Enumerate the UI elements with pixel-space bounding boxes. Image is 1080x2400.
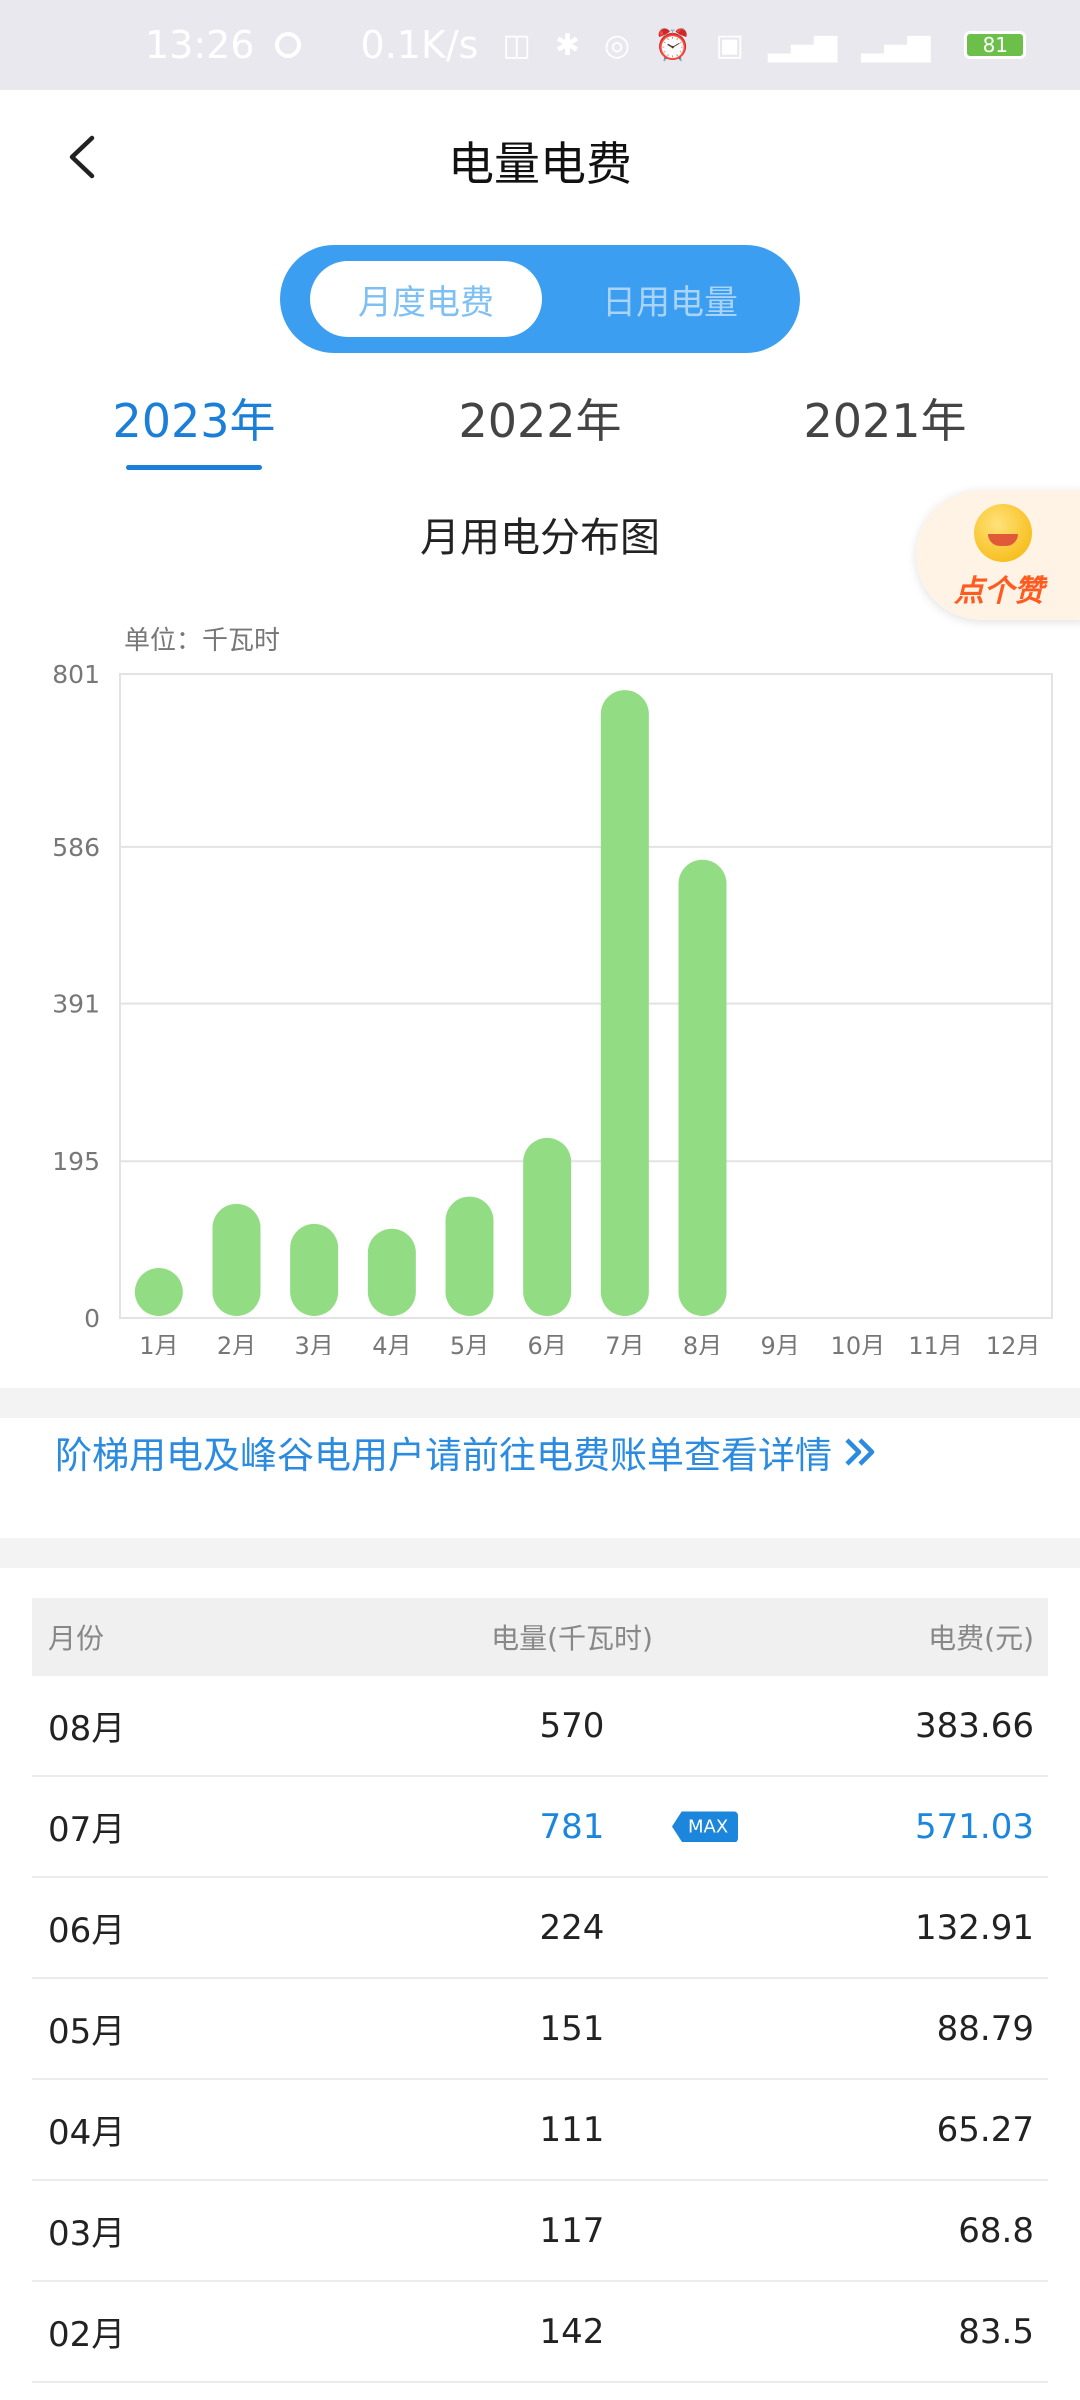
x-tick-label: 2月 bbox=[217, 1332, 256, 1355]
cell-kwh-value: 570 bbox=[539, 1705, 605, 1746]
year-tabs: 2023年 2022年 2021年 bbox=[0, 385, 1080, 475]
active-tab-indicator bbox=[126, 465, 262, 470]
bill-details-text: 阶梯用电及峰谷电用户请前往电费账单查看详情 bbox=[55, 1434, 832, 1477]
table-row: 06月 224 132.91 bbox=[32, 1878, 1048, 1979]
chart-bar bbox=[367, 1228, 416, 1316]
y-tick-label: 0 bbox=[84, 1304, 100, 1333]
bluetooth-icon: ✱ bbox=[554, 27, 580, 63]
signal-4g-icon: ▂▄▆ bbox=[861, 27, 931, 63]
cell-fee: 571.03 bbox=[915, 1806, 1034, 1847]
like-label: 点个赞 bbox=[954, 574, 1044, 609]
cell-kwh-value: 781 bbox=[539, 1806, 605, 1847]
chart-plot-frame bbox=[119, 673, 1053, 1319]
cell-month: 06月 bbox=[48, 1911, 126, 1951]
table-header: 月份 电量(千瓦时) 电费(元) bbox=[32, 1598, 1048, 1676]
table-row: 08月 570 383.66 bbox=[32, 1676, 1048, 1777]
status-bar: 13:26 0.1K/s ◫ ✱ ◎ ⏰ ▣ ▂▄▆ ▂▄▆ 81 bbox=[0, 0, 1080, 90]
nfc-icon: ◫ bbox=[502, 27, 531, 63]
hd-icon: ▣ bbox=[715, 27, 744, 63]
chart-title: 月用电分布图 bbox=[420, 515, 660, 561]
cell-kwh-value: 224 bbox=[539, 1907, 605, 1948]
x-tick-label: 9月 bbox=[761, 1332, 800, 1355]
table-row: 04月 111 65.27 bbox=[32, 2080, 1048, 2181]
chart-bar bbox=[445, 1196, 494, 1316]
status-time: 13:26 bbox=[145, 23, 255, 67]
cell-kwh-value: 151 bbox=[539, 2008, 605, 2049]
chart-bar bbox=[134, 1268, 183, 1316]
table-body: 08月 570 383.66 07月 781 MAX 571.03 06月 224 132.91 0… bbox=[32, 1676, 1048, 2383]
table-row: 05月 151 88.79 bbox=[32, 1979, 1048, 2080]
cell-fee: 88.79 bbox=[936, 2008, 1034, 2049]
y-tick-label: 586 bbox=[52, 833, 100, 862]
signal-5g-icon: ▂▄▆ bbox=[767, 27, 838, 63]
header-kwh: 电量(千瓦时) bbox=[491, 1622, 653, 1655]
cell-kwh: 111 bbox=[332, 2110, 812, 2150]
x-tick-label: 5月 bbox=[450, 1332, 489, 1355]
tab-year-2023[interactable]: 2023年 bbox=[69, 385, 319, 451]
cell-kwh: 781 MAX bbox=[332, 1807, 812, 1847]
x-tick-label: 11月 bbox=[908, 1332, 963, 1355]
cell-kwh: 570 bbox=[332, 1706, 812, 1746]
chart-bar bbox=[212, 1203, 261, 1316]
tab-daily-usage[interactable]: 日用电量 bbox=[560, 261, 780, 337]
x-tick-label: 6月 bbox=[528, 1332, 567, 1355]
cell-month: 03月 bbox=[48, 2214, 126, 2254]
section-divider bbox=[0, 1388, 1080, 1418]
cell-fee: 83.5 bbox=[958, 2311, 1034, 2352]
cell-fee: 68.8 bbox=[958, 2210, 1034, 2251]
cell-month: 05月 bbox=[48, 2012, 126, 2052]
table-row: 07月 781 MAX 571.03 bbox=[32, 1777, 1048, 1878]
cell-fee: 383.66 bbox=[915, 1705, 1034, 1746]
view-toggle: 月度电费 日用电量 bbox=[280, 245, 800, 353]
cell-kwh-value: 117 bbox=[539, 2210, 605, 2251]
x-tick-label: 4月 bbox=[372, 1332, 411, 1355]
chart-bar bbox=[523, 1137, 572, 1316]
table-row: 02月 142 83.5 bbox=[32, 2282, 1048, 2383]
header-month: 月份 bbox=[48, 1622, 105, 1655]
cell-fee: 132.91 bbox=[915, 1907, 1034, 1948]
chart-bar bbox=[600, 690, 649, 1316]
cell-kwh-value: 111 bbox=[539, 2109, 605, 2150]
header-fee: 电费(元) bbox=[928, 1622, 1034, 1655]
x-tick-label: 10月 bbox=[831, 1332, 886, 1355]
chart-bar bbox=[290, 1223, 339, 1316]
cell-month: 08月 bbox=[48, 1709, 126, 1749]
max-badge: MAX bbox=[672, 1811, 739, 1842]
y-tick-label: 195 bbox=[52, 1147, 100, 1176]
tab-year-2021[interactable]: 2021年 bbox=[760, 385, 1010, 451]
cell-kwh: 151 bbox=[332, 2009, 812, 2049]
alarm-icon: ⏰ bbox=[654, 27, 692, 63]
cell-kwh: 117 bbox=[332, 2211, 812, 2251]
section-divider bbox=[0, 1538, 1080, 1568]
usage-table: 月份 电量(千瓦时) 电费(元) 08月 570 383.66 07月 781 MAX 57… bbox=[32, 1598, 1048, 2383]
y-tick-label: 391 bbox=[52, 990, 100, 1019]
cell-kwh: 142 bbox=[332, 2312, 812, 2352]
cell-month: 04月 bbox=[48, 2113, 126, 2153]
vibrate-icon: ◎ bbox=[603, 27, 631, 63]
cell-kwh: 224 bbox=[332, 1908, 812, 1948]
tab-monthly-fee[interactable]: 月度电费 bbox=[310, 261, 542, 337]
x-tick-label: 1月 bbox=[139, 1332, 178, 1355]
monthly-usage-chart: 0 195 391 586 801 1月 2月 3月 4月 5月 6月 7月 8月 9月 10月 11月 12月 bbox=[52, 660, 1053, 1355]
page-title: 电量电费 bbox=[448, 137, 632, 191]
x-tick-label: 12月 bbox=[986, 1332, 1041, 1355]
header: 电量电费 bbox=[0, 90, 1080, 225]
cell-fee: 65.27 bbox=[936, 2109, 1034, 2150]
tab-year-2022[interactable]: 2022年 bbox=[415, 385, 665, 451]
double-chevron-right-icon bbox=[845, 1438, 875, 1466]
cell-kwh-value: 142 bbox=[539, 2311, 605, 2352]
battery-icon: 81 bbox=[964, 31, 1027, 59]
y-tick-label: 801 bbox=[52, 660, 100, 689]
x-tick-label: 8月 bbox=[683, 1332, 722, 1355]
chart-bar bbox=[678, 859, 727, 1316]
table-row: 03月 117 68.8 bbox=[32, 2181, 1048, 2282]
cell-month: 07月 bbox=[48, 1810, 126, 1850]
cell-month: 02月 bbox=[48, 2315, 126, 2355]
bill-details-link[interactable]: 阶梯用电及峰谷电用户请前往电费账单查看详情 bbox=[55, 1425, 878, 1479]
network-speed: 0.1K/s bbox=[360, 23, 479, 67]
x-tick-label: 3月 bbox=[295, 1332, 334, 1355]
app-notification-icon bbox=[274, 32, 301, 58]
x-tick-label: 7月 bbox=[605, 1332, 644, 1355]
